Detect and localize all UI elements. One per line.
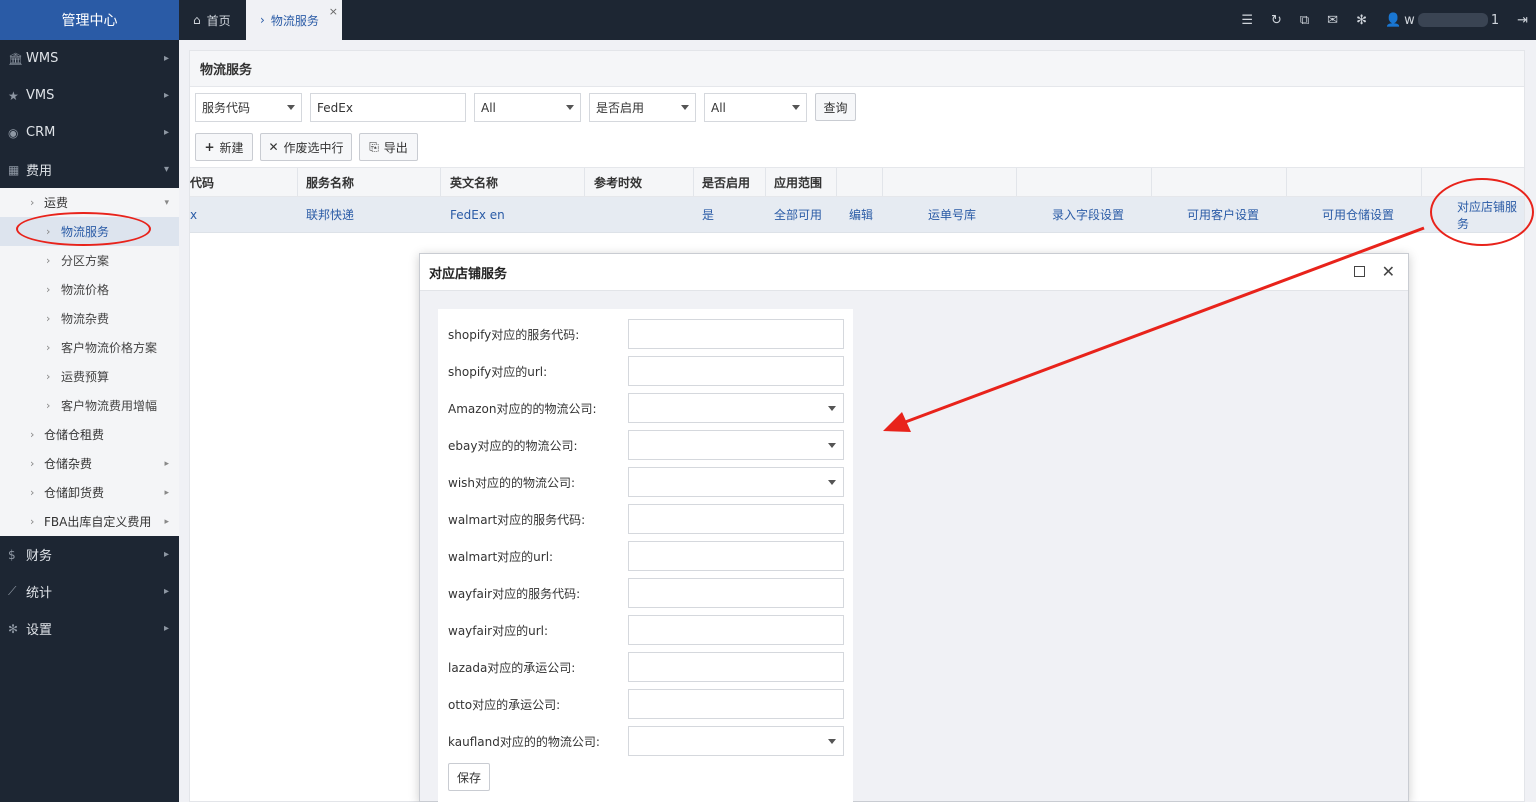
arrow-line [899,226,1425,426]
annotation-arrow [883,226,1425,432]
